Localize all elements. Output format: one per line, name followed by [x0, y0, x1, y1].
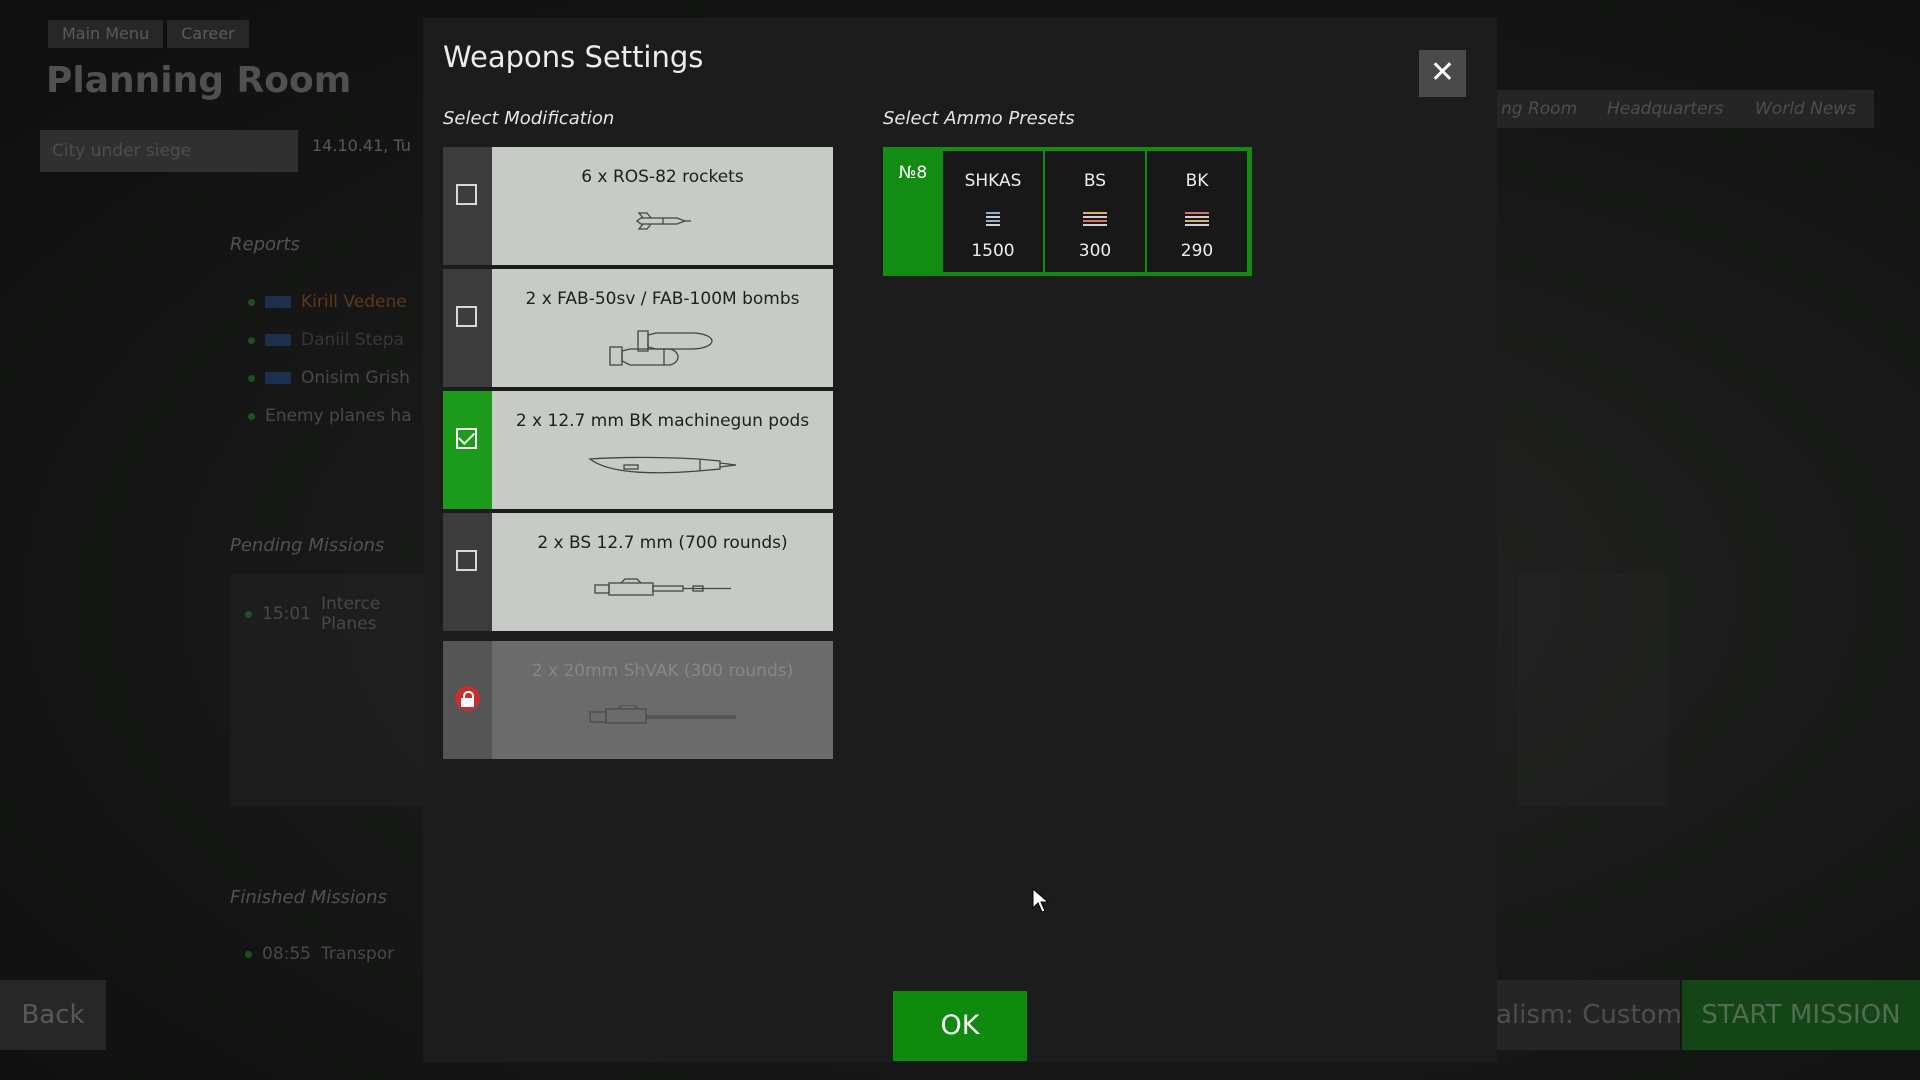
rocket-icon: [635, 212, 691, 230]
modification-label: 6 x ROS-82 rockets: [581, 167, 744, 187]
ok-button[interactable]: OK: [893, 991, 1027, 1061]
modification-item[interactable]: 2 x FAB-50sv / FAB-100M bombs: [443, 269, 833, 387]
mouse-cursor-icon: [1032, 888, 1050, 913]
modification-item-locked: 2 x 20mm ShVAK (300 rounds): [443, 641, 833, 759]
bombs-icon: [608, 330, 713, 366]
checkbox[interactable]: [456, 184, 477, 205]
ammo-preset-8[interactable]: №8 SHKAS 1500 BS 300 BK 290: [883, 147, 1252, 276]
checkbox[interactable]: [456, 550, 477, 571]
modification-item[interactable]: 6 x ROS-82 rockets: [443, 147, 833, 265]
weapons-settings-dialog: Weapons Settings ✕ Select Modification S…: [423, 18, 1497, 1062]
ammo-column-bk: BK 290: [1147, 151, 1247, 272]
select-modification-label: Select Modification: [443, 108, 615, 129]
close-button[interactable]: ✕: [1419, 50, 1466, 97]
preset-number: №8: [898, 163, 928, 183]
ammo-belt-icon: [986, 212, 1000, 226]
ammo-name: BS: [1083, 171, 1107, 191]
ammo-name: SHKAS: [964, 171, 1022, 191]
ammo-name: BK: [1185, 171, 1209, 191]
select-ammo-presets-label: Select Ammo Presets: [883, 108, 1075, 129]
ammo-column-bs: BS 300: [1045, 151, 1145, 272]
checkbox-checked[interactable]: [456, 428, 477, 449]
ammo-count: 290: [1180, 241, 1214, 261]
modification-label: 2 x 12.7 mm BK machinegun pods: [515, 411, 810, 431]
ammo-belt-icon: [1083, 212, 1107, 226]
modification-list: 6 x ROS-82 rockets 2 x FAB-50sv / FAB-10…: [443, 147, 833, 763]
modification-item[interactable]: 2 x BS 12.7 mm (700 rounds): [443, 513, 833, 631]
gun-pod-icon: [587, 456, 736, 474]
modification-label: 2 x 20mm ShVAK (300 rounds): [531, 661, 794, 681]
modification-label: 2 x FAB-50sv / FAB-100M bombs: [525, 289, 800, 309]
ammo-count: 300: [1078, 241, 1112, 261]
dialog-title: Weapons Settings: [443, 40, 704, 74]
ammo-count: 1500: [971, 241, 1015, 261]
ammo-belt-icon: [1185, 212, 1209, 226]
lock-icon: [455, 686, 480, 711]
cannon-icon: [588, 705, 736, 724]
modification-item[interactable]: 2 x 12.7 mm BK machinegun pods: [443, 391, 833, 509]
machinegun-icon: [593, 578, 731, 596]
modification-label: 2 x BS 12.7 mm (700 rounds): [537, 533, 788, 553]
checkbox[interactable]: [456, 306, 477, 327]
ammo-column-shkas: SHKAS 1500: [943, 151, 1043, 272]
